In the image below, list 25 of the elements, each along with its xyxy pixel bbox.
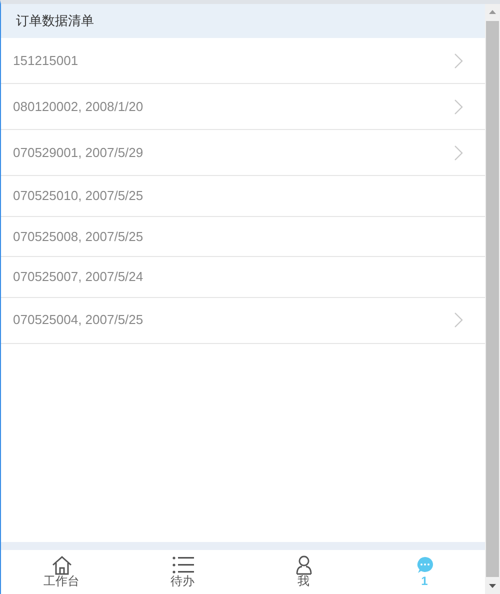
tab[interactable]: 待办	[122, 550, 243, 594]
order-label: 070525008, 2007/5/25	[13, 228, 144, 246]
order-row[interactable]: 070525010, 2007/5/25	[1, 176, 485, 216]
scrollbar[interactable]	[485, 4, 500, 594]
order-label: 070525007, 2007/5/24	[13, 268, 144, 286]
tab[interactable]: 工作台	[1, 550, 122, 594]
order-row[interactable]: 151215001	[1, 38, 485, 84]
scroll-thumb[interactable]	[486, 21, 499, 577]
order-row[interactable]: 070525004, 2007/5/25	[1, 298, 485, 344]
chat-icon	[414, 555, 434, 576]
order-row[interactable]: 080120002, 2008/1/20	[1, 84, 485, 130]
person-icon	[294, 555, 314, 576]
order-row[interactable]: 070529001, 2007/5/29	[1, 130, 485, 176]
home-icon	[50, 555, 72, 576]
tab[interactable]: 1	[364, 550, 485, 594]
order-label: 070525010, 2007/5/25	[13, 187, 144, 205]
order-label: 080120002, 2008/1/20	[13, 98, 144, 116]
order-label: 070525004, 2007/5/25	[13, 311, 144, 330]
list-header: 订单数据清单	[1, 4, 485, 38]
order-row[interactable]: 070525008, 2007/5/25	[1, 216, 485, 257]
order-row[interactable]: 070525007, 2007/5/24	[1, 257, 485, 298]
list-icon	[172, 555, 194, 576]
order-label: 070529001, 2007/5/29	[13, 144, 144, 162]
tab[interactable]: 我	[243, 550, 364, 594]
order-label: 151215001	[13, 52, 78, 70]
